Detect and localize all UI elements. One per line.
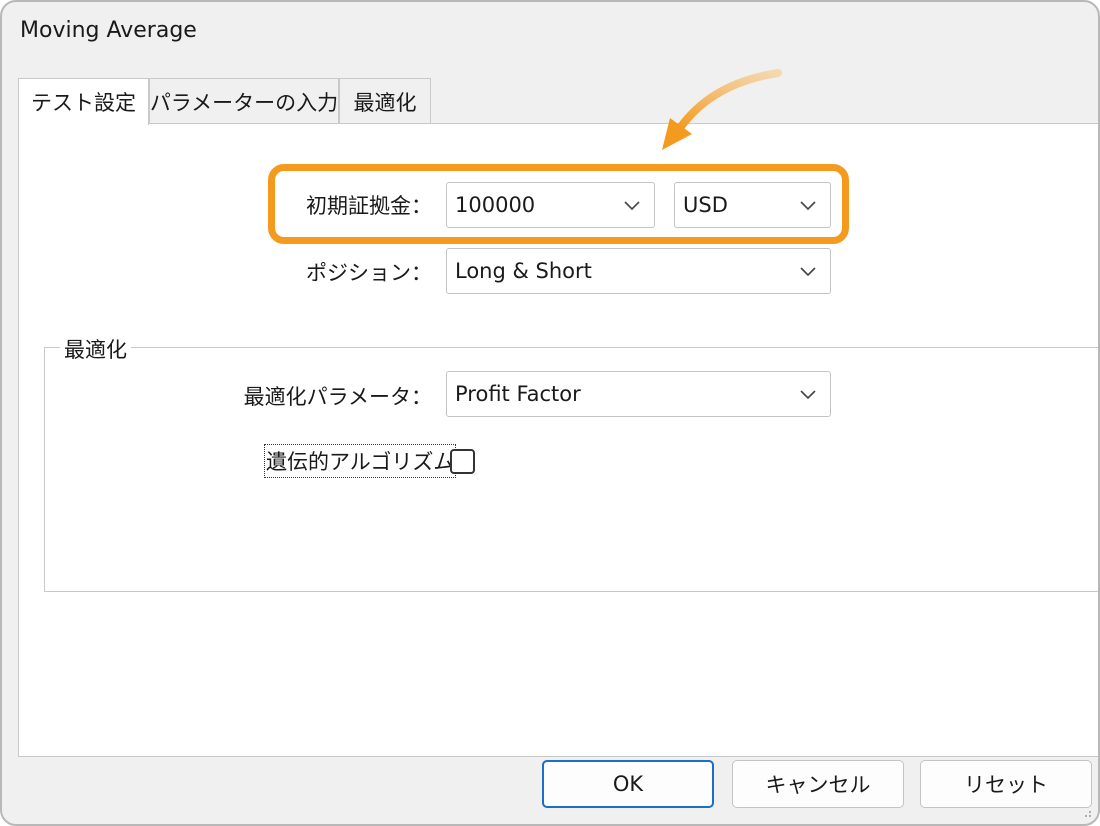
tab-test-settings[interactable]: テスト設定 [18,78,149,125]
optimization-param-combo[interactable]: Profit Factor [446,371,831,417]
annotation-arrow-icon [662,69,782,150]
reset-button[interactable]: リセット [920,760,1092,808]
tab-parameter-input[interactable]: パラメーターの入力 [149,78,339,124]
optimization-param-value: Profit Factor [455,382,581,406]
position-combo[interactable]: Long & Short [446,248,831,294]
position-label: ポジション： [306,261,432,285]
resize-grip-icon[interactable] [1082,808,1092,818]
window-title: Moving Average [20,18,197,43]
tab-optimization[interactable]: 最適化 [339,78,431,124]
genetic-algorithm-label[interactable]: 遺伝的アルゴリズム [264,444,457,478]
chevron-down-icon [800,267,816,277]
dialog-window: Moving Average テスト設定 パラメーターの入力 最適化 初期証拠金… [0,0,1100,826]
cancel-button[interactable]: キャンセル [732,760,904,808]
ok-button[interactable]: OK [542,760,714,808]
highlight-box [268,164,849,244]
optimization-param-label: 最適化パラメータ： [243,385,432,409]
position-value: Long & Short [455,259,592,283]
genetic-algorithm-checkbox[interactable] [450,449,475,474]
chevron-down-icon [800,390,816,400]
optimization-group-title: 最適化 [60,334,131,364]
